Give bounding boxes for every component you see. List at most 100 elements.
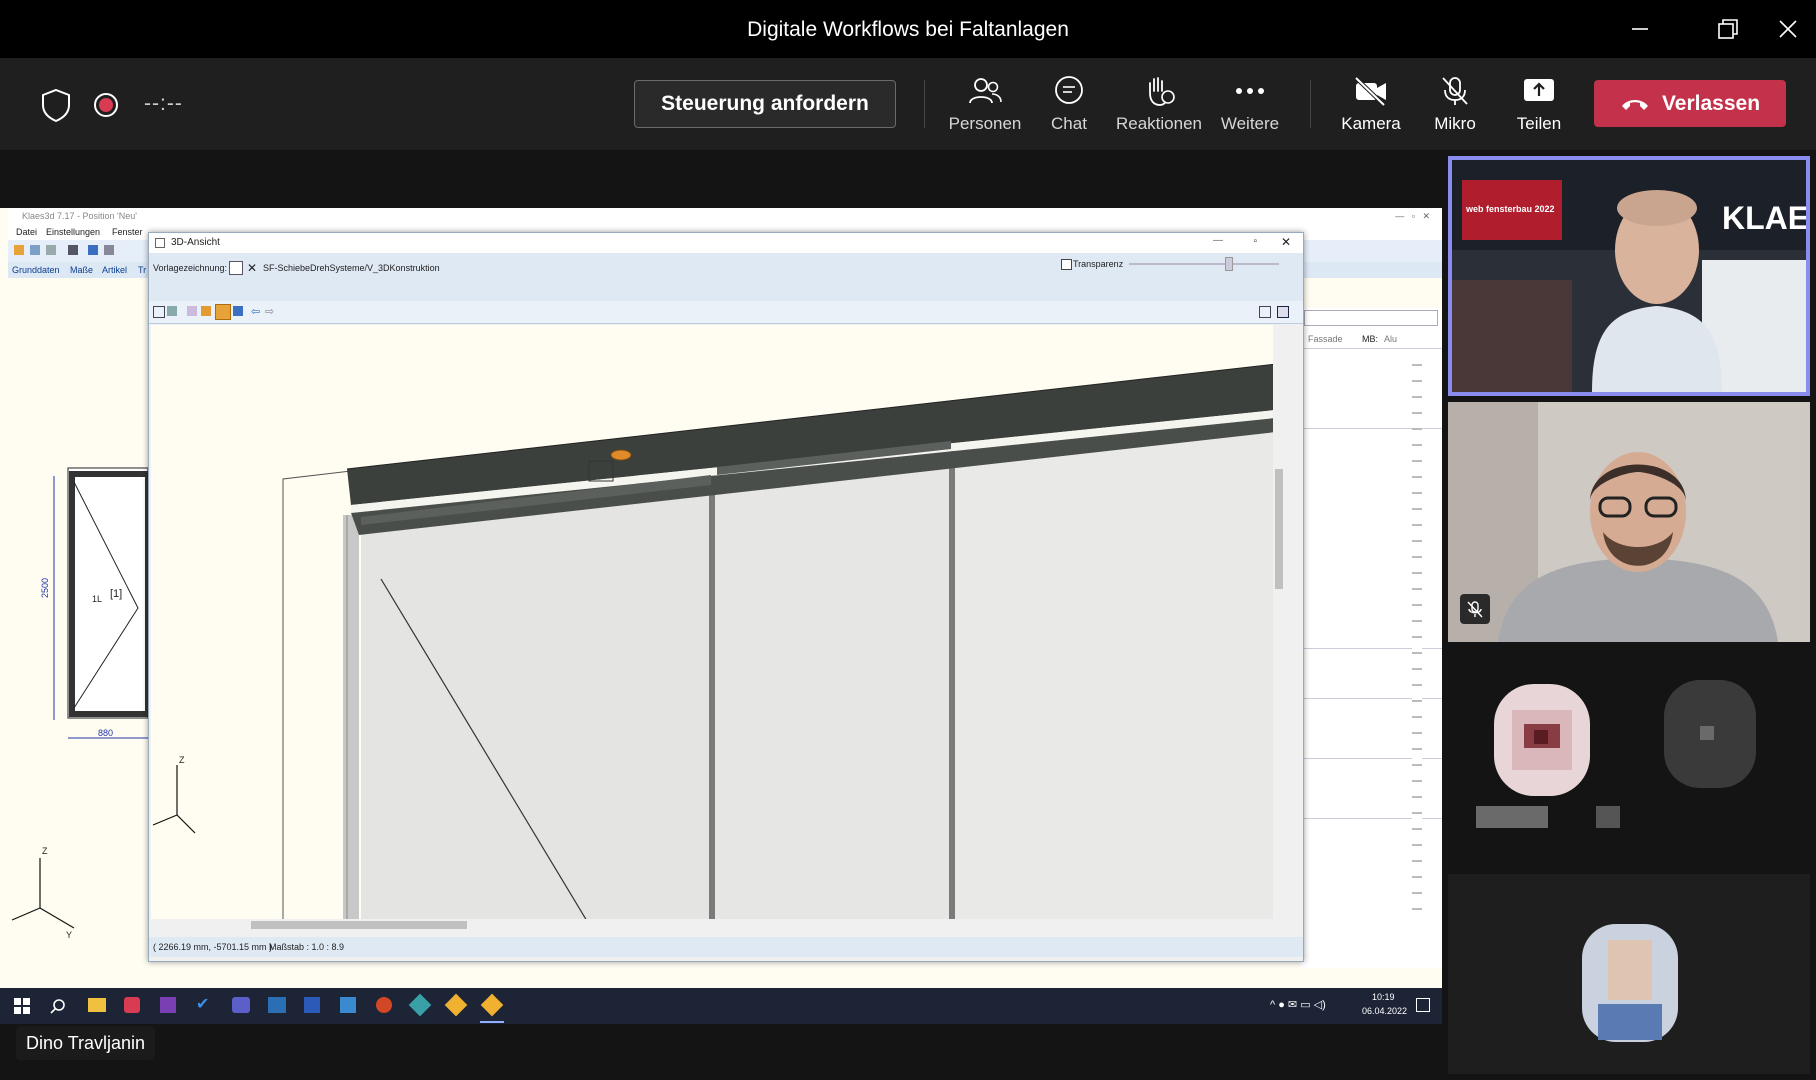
recording-icon: [94, 93, 118, 117]
minimize-icon: [1632, 28, 1648, 30]
klaes-icon[interactable]: [480, 993, 504, 1017]
close-icon: [1779, 20, 1797, 38]
transparency-checkbox[interactable]: [1061, 259, 1072, 270]
tab-artikel[interactable]: Artikel: [102, 265, 127, 275]
width-dimension: 880: [98, 728, 114, 738]
participant-tile[interactable]: [1448, 874, 1810, 1074]
3d-toolbar: ⇦ ⇨: [149, 301, 1303, 324]
export-icon[interactable]: [1259, 306, 1271, 318]
participant-tile[interactable]: [1448, 402, 1810, 642]
pan-icon[interactable]: [233, 306, 243, 316]
transparency-slider-thumb[interactable]: [1225, 257, 1233, 271]
participant-tile-active[interactable]: KLAE web fensterbau 2022: [1448, 156, 1810, 396]
leave-button[interactable]: Verlassen: [1594, 80, 1786, 127]
file-explorer-icon[interactable]: [88, 998, 106, 1012]
3d-view-title-bar: 3D-Ansicht — ▫ ✕: [149, 233, 1303, 253]
restore-button[interactable]: [1708, 12, 1748, 46]
notifications-icon[interactable]: [1416, 998, 1430, 1012]
participant-avatar[interactable]: [1480, 680, 1604, 804]
app-icon[interactable]: [340, 997, 356, 1013]
mb-label: MB:: [1362, 334, 1379, 344]
clock-date: 06.04.2022: [1362, 1006, 1408, 1016]
template-picker-icon[interactable]: [229, 261, 243, 275]
view-icon[interactable]: [167, 306, 177, 316]
tab-tr[interactable]: Tr: [138, 265, 146, 275]
leave-label: Verlassen: [1661, 91, 1761, 115]
axis-y-label: Y: [66, 930, 73, 940]
fit-view-icon[interactable]: [153, 306, 165, 318]
transparency-slider[interactable]: [1129, 263, 1279, 265]
speaker-name-tag: Dino Travljanin: [16, 1026, 156, 1060]
people-button[interactable]: Personen: [940, 74, 1030, 144]
shield-icon[interactable]: [40, 88, 72, 122]
rotate-icon[interactable]: [187, 306, 197, 316]
people-label: Personen: [948, 114, 1022, 133]
element-label: 1L: [92, 594, 103, 604]
more-button[interactable]: Weitere: [1205, 74, 1295, 144]
3d-view-window: 3D-Ansicht — ▫ ✕ Vorlagezeichnung: ✕ SF-…: [148, 232, 1304, 962]
tab-grunddaten[interactable]: Grunddaten: [12, 265, 60, 275]
restore-icon: [1718, 19, 1738, 39]
scale-readout: Maßstab : 1.0 : 8.9: [269, 942, 345, 952]
template-label: Vorlagezeichnung:: [153, 263, 228, 273]
system-tray-icons[interactable]: ^ ● ✉ ▭ ◁): [1270, 998, 1326, 1011]
eye-icon[interactable]: [215, 304, 231, 320]
reactions-button[interactable]: Reaktionen: [1114, 74, 1204, 144]
camera-off-icon: [1354, 76, 1386, 106]
menu-datei[interactable]: Datei: [16, 227, 37, 237]
minimize-button[interactable]: [1620, 12, 1660, 46]
tab-masse[interactable]: Maße: [70, 265, 93, 275]
klaes-icon[interactable]: [444, 993, 468, 1017]
3d-view-title: 3D-Ansicht: [171, 237, 220, 248]
3d-close-button[interactable]: ✕: [1281, 235, 1291, 249]
onenote-icon[interactable]: [160, 997, 176, 1013]
teams-icon[interactable]: [232, 997, 250, 1013]
window-title: Digitale Workflows bei Faltanlagen: [747, 18, 1069, 41]
orbit-icon[interactable]: [201, 306, 211, 316]
search-icon[interactable]: [50, 998, 66, 1014]
booth-sign-text: KLAE: [1722, 200, 1810, 236]
word-icon[interactable]: [304, 997, 320, 1013]
share-screen-icon: [1524, 79, 1554, 101]
mic-button[interactable]: Mikro: [1410, 74, 1500, 144]
menu-einstellungen[interactable]: Einstellungen: [46, 227, 100, 237]
3d-viewport[interactable]: Z: [151, 325, 1285, 931]
muted-indicator: [1460, 594, 1490, 624]
forward-arrow-icon[interactable]: ⇨: [265, 305, 274, 318]
cursor-coordinates: ( 2266.19 mm, -5701.15 mm ): [153, 942, 273, 952]
2d-drawing: 1L [1] 2500 880 Z Y: [10, 298, 148, 958]
app-icon[interactable]: [268, 997, 286, 1013]
alu-field[interactable]: Alu: [1384, 334, 1397, 344]
fassade-field[interactable]: Fassade: [1308, 334, 1343, 344]
camera-button[interactable]: Kamera: [1326, 74, 1416, 144]
reactions-label: Reaktionen: [1115, 114, 1202, 133]
raise-hand-icon: [1149, 77, 1175, 106]
3d-minimize-button[interactable]: —: [1213, 235, 1223, 246]
close-button[interactable]: [1768, 12, 1808, 46]
people-icon: [969, 78, 1002, 104]
participant-avatar[interactable]: [1654, 670, 1766, 798]
menu-fenster[interactable]: Fenster: [112, 227, 143, 237]
mic-off-icon: [1467, 601, 1483, 618]
refresh-icon[interactable]: [1277, 306, 1289, 318]
active-app-indicator: [480, 1021, 504, 1023]
chat-label: Chat: [1051, 114, 1087, 133]
booth-banner-text: web fensterbau 2022: [1466, 204, 1555, 214]
toolbar-divider: [924, 80, 925, 128]
todo-icon[interactable]: ✔: [196, 997, 212, 1013]
meeting-timer: --:--: [144, 92, 183, 115]
toolbar-divider: [1310, 80, 1311, 128]
windows-start-icon[interactable]: [14, 998, 30, 1014]
clear-template-icon[interactable]: ✕: [247, 261, 257, 275]
share-button[interactable]: Teilen: [1494, 74, 1584, 144]
app-icon[interactable]: [124, 997, 140, 1013]
chat-button[interactable]: Chat: [1024, 74, 1114, 144]
request-control-button[interactable]: Steuerung anfordern: [634, 80, 896, 128]
3d-maximize-button[interactable]: ▫: [1253, 236, 1257, 247]
windows-taskbar: ✔ ^ ● ✉ ▭ ◁) 10:19 06.04.2022: [0, 988, 1442, 1024]
transparency-label: Transparenz: [1073, 259, 1124, 269]
powerpoint-icon[interactable]: [376, 997, 392, 1013]
app-icon[interactable]: [408, 993, 432, 1017]
back-arrow-icon[interactable]: ⇦: [251, 305, 260, 318]
shared-screen: Klaes3d 7.17 - Position 'Neu' — ▫ ✕ Date…: [0, 208, 1442, 988]
